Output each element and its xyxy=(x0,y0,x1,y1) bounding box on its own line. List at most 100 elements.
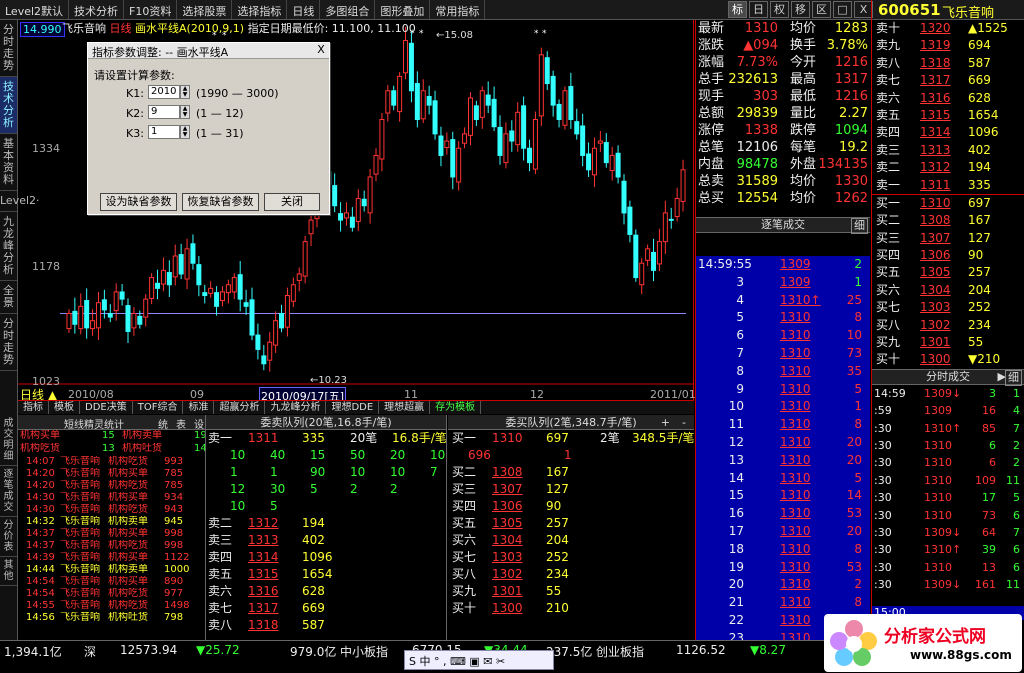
candle-body xyxy=(426,96,432,106)
table-row: 买八 1302 234 xyxy=(448,566,694,583)
param-k3-input[interactable]: 1 xyxy=(148,125,180,139)
tab-lixiang-chaoying[interactable]: 理想超赢 xyxy=(379,401,431,414)
param-k2-input[interactable]: 9 xyxy=(148,105,180,119)
day-button[interactable]: 日 xyxy=(749,1,768,18)
elf-event: 机构吃货 xyxy=(108,504,148,515)
fs-volume: 39 xyxy=(982,543,996,557)
elf-tab-table[interactable]: 表 xyxy=(176,416,186,431)
set-default-button[interactable]: 设为缺省参数 xyxy=(100,193,177,211)
queue-order: 7 xyxy=(430,465,438,479)
close-icon[interactable]: X xyxy=(315,44,327,56)
candle-body xyxy=(444,140,450,149)
fs-count: 6 xyxy=(1013,508,1020,522)
tab-dde[interactable]: DDE决策 xyxy=(80,401,133,414)
elf-tab-settings[interactable]: 设 xyxy=(194,416,204,431)
tab-tick[interactable]: 逐笔成交 xyxy=(0,466,17,517)
candle-body xyxy=(615,152,621,178)
plus-icon[interactable]: + xyxy=(661,415,670,430)
tab-price-table[interactable]: 分价表 xyxy=(0,517,17,557)
tab-panorama[interactable]: 全景 xyxy=(0,281,17,314)
tab-template[interactable]: 模板 xyxy=(49,401,80,414)
tab-save-template[interactable]: 存为模板 xyxy=(430,401,482,414)
depth-label: 买五 xyxy=(876,265,901,280)
tab-jiulongfeng[interactable]: 九龙峰分析 xyxy=(265,401,327,414)
tab-standard[interactable]: 标准 xyxy=(183,401,215,414)
minus-icon[interactable]: - xyxy=(682,415,686,430)
tab-intraday-2[interactable]: 分时走势 xyxy=(0,314,17,371)
sell-queue-panel: 委卖队列(20笔,16.8手/笔) 卖一 1311 335 20笔 16.8手/… xyxy=(206,415,447,640)
tick-volume: 1 xyxy=(854,399,862,414)
range-button[interactable]: 区 xyxy=(812,1,831,18)
menu-level2[interactable]: Level2默认 xyxy=(0,0,70,19)
ime-toolbar[interactable]: S 中 ° , ⌨ ▣ ✉ ✂ xyxy=(404,650,554,670)
fs-count: 2 xyxy=(1013,438,1020,452)
status-sz-index: 12573.94 xyxy=(120,643,178,657)
depth-volume: 628 xyxy=(968,90,991,105)
close-dialog-button[interactable]: 关闭 xyxy=(264,193,320,211)
queue-order: 15 xyxy=(310,448,326,462)
tab-indicator[interactable]: 指标 xyxy=(18,401,49,414)
menu-multi-chart[interactable]: 多图组合 xyxy=(320,0,376,19)
quote-label: 总笔 xyxy=(698,140,725,155)
right-depth-panel: 600651 飞乐音响 卖十 1320 ▲1525 卖九 1319 694 卖八 1318 58… xyxy=(871,0,1024,640)
marker-star: * xyxy=(542,29,547,39)
tab-fundamentals[interactable]: 基本资料 xyxy=(0,134,17,191)
param-k2-spinner[interactable]: ▲ ▼ xyxy=(180,105,190,119)
param-k1-input[interactable]: 2010 xyxy=(148,85,180,99)
menu-tech-analysis[interactable]: 技术分析 xyxy=(69,0,125,19)
fs-volume: 6 xyxy=(989,456,996,470)
elf-stat-count: 13 xyxy=(102,443,115,454)
depth-price: 1318 xyxy=(920,55,951,70)
param-k3-spinner[interactable]: ▲ ▼ xyxy=(180,125,190,139)
quote-value-2: 3.78% xyxy=(826,38,868,53)
menu-select-stock[interactable]: 选择股票 xyxy=(177,0,233,19)
elf-event: 机构吃货 xyxy=(108,456,148,467)
quote-label: 总卖 xyxy=(698,174,725,189)
fs-list[interactable]: 14:59 1309↓ 3 1:59 1309 16 4:30 1310↑ 85 7:30 1310… xyxy=(872,385,1024,594)
fs-detail-button[interactable]: 细 xyxy=(1005,369,1022,386)
tab-deals[interactable]: 成交明细 xyxy=(0,415,17,466)
tab-lixiang-dde[interactable]: 理想DDE xyxy=(326,401,380,414)
move-button[interactable]: 移 xyxy=(791,1,810,18)
rights-button[interactable]: 权 xyxy=(770,1,789,18)
y-label-3: 1178 xyxy=(32,260,60,273)
tab-jiulong[interactable]: 九龙峰分析 xyxy=(0,212,17,281)
table-row: :59 1309 16 4 xyxy=(872,402,1024,419)
maximize-button[interactable]: □ xyxy=(833,1,852,18)
table-row: 卖五 1315 1654 xyxy=(206,566,446,583)
elf-tab-stat[interactable]: 统 xyxy=(158,416,168,431)
restore-default-button[interactable]: 恢复缺省参数 xyxy=(182,193,259,211)
tab-level2[interactable]: Level2· xyxy=(0,191,40,212)
buy1-count: 2笔 xyxy=(600,431,620,445)
tab-intraday[interactable]: 分时走势 xyxy=(0,20,17,77)
candle-body xyxy=(184,248,190,280)
mark-button[interactable]: 标 xyxy=(728,1,747,18)
candle-body xyxy=(473,105,479,120)
menu-f10[interactable]: F10资料 xyxy=(124,0,178,19)
tab-other[interactable]: 其他 xyxy=(0,557,17,586)
menu-daily[interactable]: 日线 xyxy=(287,0,321,19)
tick-list[interactable]: 14:59:55 1309 2 3 1309 1 4 1310↑ 25 5 1310 8 6 1310 10… xyxy=(696,256,870,645)
depth-price: 1307 xyxy=(920,230,951,245)
bottom-indicator-tabs: 指标 模板 DDE决策 TOF综合 标准 超赢分析 九龙峰分析 理想DDE 理想… xyxy=(18,400,694,414)
menu-common-indicator[interactable]: 常用指标 xyxy=(430,0,486,19)
depth-label: 卖五 xyxy=(876,107,901,122)
tick-detail-button[interactable]: 细 xyxy=(851,218,868,234)
table-row: 买三 1307 127 xyxy=(448,481,694,498)
tab-tof[interactable]: TOF综合 xyxy=(133,401,184,414)
tab-chaoying[interactable]: 超赢分析 xyxy=(214,401,266,414)
queue-order: 5 xyxy=(270,499,278,513)
tab-tech[interactable]: 技术分析 xyxy=(0,77,17,134)
depth-price: 1314 xyxy=(920,125,951,140)
queue-order: 20 xyxy=(390,448,406,462)
menu-overlay[interactable]: 图形叠加 xyxy=(375,0,431,19)
candle-body xyxy=(580,125,586,156)
candle-body xyxy=(219,291,225,302)
tick-time: 16 xyxy=(728,506,744,521)
menu-select-indicator[interactable]: 选择指标 xyxy=(232,0,288,19)
list-item: 14:07 飞乐音响 机构吃货 993 xyxy=(18,456,205,468)
table-row: 买七 1303 252 xyxy=(448,549,694,566)
candle-body xyxy=(438,135,444,156)
level-volume: 204 xyxy=(546,533,569,547)
param-k1-spinner[interactable]: ▲ ▼ xyxy=(180,85,190,99)
